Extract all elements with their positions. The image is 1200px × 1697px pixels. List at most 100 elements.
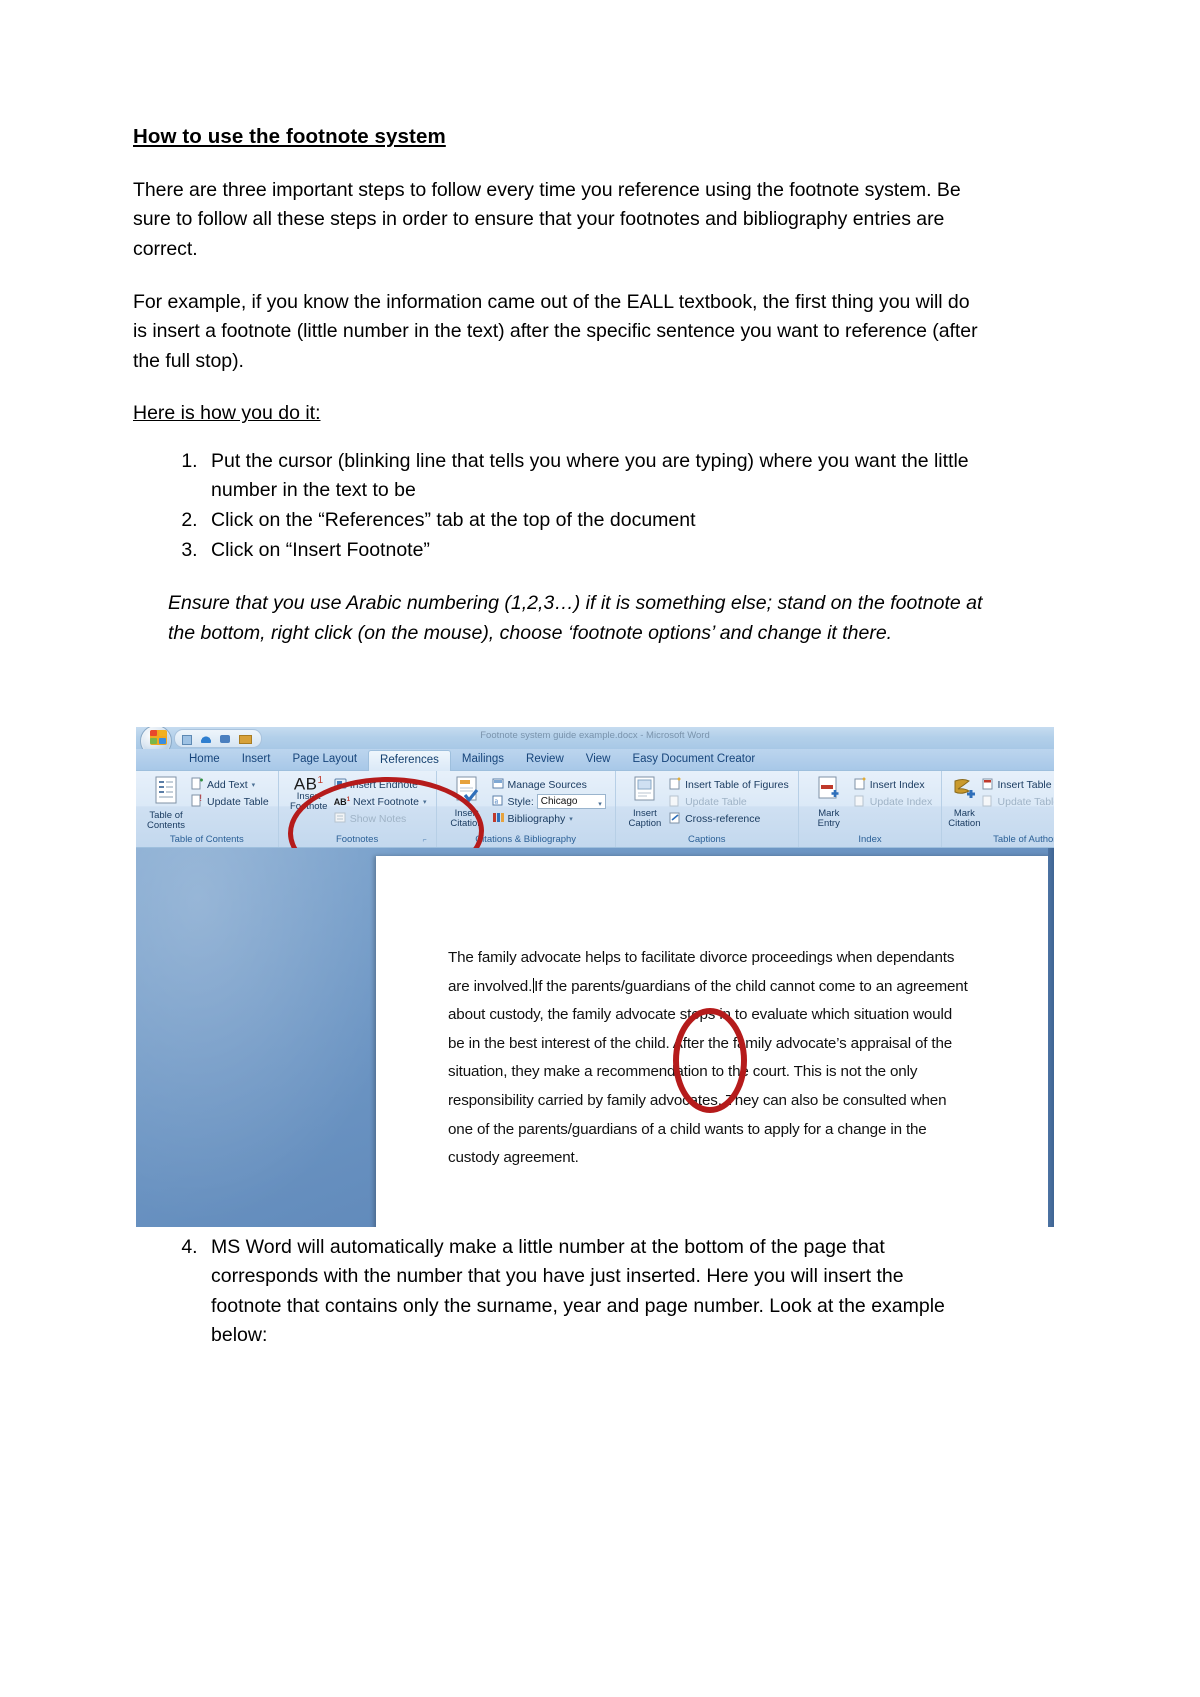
list-item: Put the cursor (blinking line that tells… [203,447,978,506]
word-title-bar: Footnote system guide example.docx - Mic… [136,727,1054,749]
update-table-button[interactable]: ! Update Table [191,793,273,810]
insert-citation-label-2: Citation [450,818,483,829]
table-of-contents-button[interactable]: Table of Contents [141,774,191,834]
citation-style-dropdown[interactable]: Chicago ▾ [536,794,606,811]
next-footnote-label: Next Footnote [353,795,419,808]
bibliography-icon [492,811,505,827]
lead-in-wrapper: Here is how you do it: [133,399,978,446]
manage-sources-label: Manage Sources [507,778,587,791]
document-paper[interactable]: The family advocate helps to facilitate … [376,856,1051,1227]
cross-reference-icon [669,811,682,827]
group-label-footnotes-text: Footnotes [335,834,379,845]
chevron-down-icon[interactable]: ▾ [598,798,602,811]
list-item: MS Word will automatically make a little… [203,1233,978,1350]
insert-footnote-button[interactable]: AB1 Insert Footnote [284,774,334,834]
table-of-contents-label-2: Contents [146,820,186,831]
update-table-icon [669,794,682,810]
insert-table-of-figures-button[interactable]: Insert Table of Figures [669,776,793,793]
insert-endnote-icon [334,777,347,793]
insert-index-label: Insert Index [869,778,925,791]
table-of-contents-icon [153,776,179,809]
ribbon-group-captions: Insert Caption Insert Table of Figures U… [616,771,799,847]
chevron-down-icon[interactable]: ▾ [252,781,256,789]
group-label-citations-bibliography: Citations & Bibliography [475,834,577,845]
bibliography-button[interactable]: Bibliography ▾ [492,810,610,827]
insert-table-of-figures-label: Insert Table of Figures [685,778,789,791]
document-paragraph: The family advocate helps to facilitate … [448,944,972,1173]
insert-citation-button[interactable]: Insert Citation [442,774,492,834]
insert-index-icon [854,777,867,793]
manage-sources-icon [492,777,505,793]
lead-in-text: Here is how you do it: [133,402,321,425]
paragraph-after-caret: If the parents/guardians of the child ca… [448,977,968,1167]
insert-caption-label-2: Caption [628,818,662,829]
style-icon: a [492,794,505,810]
tab-view[interactable]: View [575,750,622,770]
add-text-icon [191,777,204,793]
svg-text:a: a [494,796,498,805]
steps-list-continued: MS Word will automatically make a little… [133,1233,978,1350]
tab-review[interactable]: Review [515,750,575,770]
style-label: Style: [507,795,534,808]
ribbon-group-footnotes: AB1 Insert Footnote Insert Endnote AB1 N… [279,771,437,847]
mark-entry-button[interactable]: Mark Entry [804,774,854,834]
mark-citation-button[interactable]: Mark Citation [947,774,981,834]
citation-style-row[interactable]: a Style: Chicago ▾ [492,793,610,810]
add-text-button[interactable]: Add Text ▾ [191,776,273,793]
tab-mailings[interactable]: Mailings [451,750,515,770]
bibliography-label: Bibliography [507,812,566,825]
insert-citation-icon [454,776,480,807]
group-label-table-of-contents: Table of Contents [169,834,244,845]
update-table-authorities-button: Update Table [982,793,1054,810]
page-title: How to use the footnote system [133,125,446,148]
manage-sources-button[interactable]: Manage Sources [492,776,610,793]
insert-footnote-label-2: Footnote [289,800,328,812]
insert-table-of-authorities-label: Insert Table of Authorities [997,778,1054,791]
list-item: Click on the “References” tab at the top… [203,506,978,535]
tab-easy-document-creator[interactable]: Easy Document Creator [621,750,766,770]
document-body: How to use the footnote system There are… [133,124,982,648]
insert-index-button[interactable]: Insert Index [854,776,936,793]
mark-citation-label-2: Citation [948,818,981,829]
tab-references[interactable]: References [368,750,451,771]
insert-endnote-button[interactable]: Insert Endnote [334,776,431,793]
window-title: Footnote system guide example.docx - Mic… [480,730,710,741]
ribbon-group-table-of-contents: Table of Contents Add Text ▾ ! Update Ta… [136,771,279,847]
tab-home[interactable]: Home [178,750,231,770]
insert-endnote-label: Insert Endnote [349,778,418,791]
insert-footnote-icon: AB1 [293,774,324,794]
insert-table-of-figures-icon [669,777,682,793]
insert-table-of-authorities-icon [982,777,995,793]
add-text-label: Add Text [207,778,248,791]
cross-reference-button[interactable]: Cross-reference [669,810,793,827]
chevron-down-icon[interactable]: ▾ [569,815,573,823]
tab-insert[interactable]: Insert [231,750,282,770]
update-table-figures-label: Update Table [685,795,747,808]
ribbon-group-citations-bibliography: Insert Citation Manage Sources a Style: … [437,771,616,847]
mark-entry-label-2: Entry [817,818,840,829]
ribbon: Table of Contents Add Text ▾ ! Update Ta… [136,771,1054,889]
document-body-continued: MS Word will automatically make a little… [133,1233,978,1350]
mark-entry-icon [816,776,842,807]
insert-caption-button[interactable]: Insert Caption [621,774,669,834]
chevron-down-icon[interactable]: ▾ [423,798,427,806]
group-label-footnotes: Footnotes ⌐ [284,834,431,847]
ribbon-group-index: Mark Entry Insert Index Update Index Ind… [799,771,943,847]
document-page: How to use the footnote system There are… [0,0,1200,1697]
next-footnote-button[interactable]: AB1 Next Footnote ▾ [334,793,431,810]
word-document-canvas: The family advocate helps to facilitate … [136,848,1054,1227]
dialog-launcher-icon[interactable]: ⌐ [421,837,429,845]
steps-list: Put the cursor (blinking line that tells… [133,447,978,566]
cross-reference-label: Cross-reference [685,812,761,825]
list-item: Click on “Insert Footnote” [203,536,978,565]
group-label-index: Index [858,834,882,845]
update-table-figures-button: Update Table [669,793,793,810]
arabic-numbering-note: Ensure that you use Arabic numbering (1,… [168,591,983,644]
tab-page-layout[interactable]: Page Layout [281,750,368,770]
next-footnote-icon: AB1 [333,796,351,807]
group-label-captions: Captions [688,834,726,845]
svg-text:!: ! [200,794,203,803]
update-index-label: Update Index [869,795,933,808]
insert-table-of-authorities-button[interactable]: Insert Table of Authorities [982,776,1054,793]
vertical-scrollbar[interactable] [1048,848,1054,1227]
